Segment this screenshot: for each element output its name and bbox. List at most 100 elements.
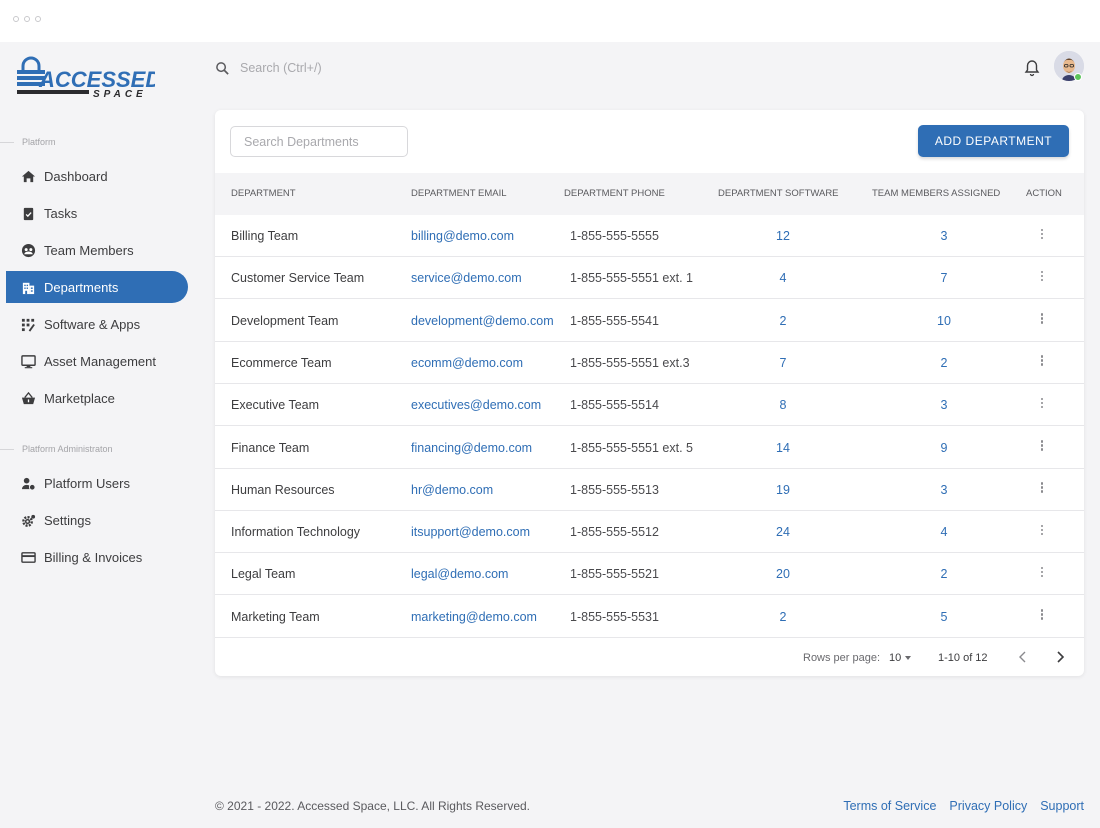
table-row[interactable]: Executive Team executives@demo.com 1-855-5… xyxy=(215,384,1084,427)
chevron-down-icon[interactable] xyxy=(905,656,911,660)
window-minimize-dot[interactable] xyxy=(24,16,30,22)
sidebar-item-label: Marketplace xyxy=(44,390,115,406)
sidebar-item-team-members[interactable]: Team Members xyxy=(6,234,188,266)
more-vertical-icon[interactable] xyxy=(1039,269,1045,285)
department-phone: 1-855-555-5541 xyxy=(570,313,659,328)
sidebar-item-software-apps[interactable]: Software & Apps xyxy=(6,308,188,340)
support-link[interactable]: Support xyxy=(1040,799,1084,813)
search-departments-input[interactable] xyxy=(230,126,408,157)
add-department-button[interactable]: ADD DEPARTMENT xyxy=(918,125,1069,157)
sidebar-item-label: Settings xyxy=(44,512,91,528)
monitor-icon xyxy=(20,353,36,369)
window-controls[interactable] xyxy=(13,16,41,22)
pagination: Rows per page: 10 1-10 of 12 xyxy=(215,638,1084,676)
table-row[interactable]: Customer Service Team service@demo.com 1-8… xyxy=(215,257,1084,300)
window-maximize-dot[interactable] xyxy=(35,16,41,22)
table-row[interactable]: Development Team development@demo.com 1-85… xyxy=(215,300,1084,342)
privacy-policy-link[interactable]: Privacy Policy xyxy=(949,799,1027,813)
accessed-space-logo[interactable]: ACCESSED SPACE xyxy=(15,56,155,104)
sidebar-item-marketplace[interactable]: Marketplace xyxy=(6,382,188,414)
more-vertical-icon[interactable] xyxy=(1039,523,1045,539)
more-vertical-icon[interactable] xyxy=(1039,354,1045,370)
copyright: © 2021 - 2022. Accessed Space, LLC. All … xyxy=(215,799,531,813)
more-vertical-icon[interactable] xyxy=(1039,396,1045,412)
table-row[interactable]: Legal Team legal@demo.com 1-855-555-5521 20… xyxy=(215,553,1084,596)
sidebar-item-settings[interactable]: Settings xyxy=(6,504,188,536)
gear-icon xyxy=(20,512,36,528)
department-email-link[interactable]: billing@demo.com xyxy=(411,229,514,243)
members-count-link[interactable]: 2 xyxy=(924,356,964,370)
members-count-link[interactable]: 5 xyxy=(924,610,964,624)
table-row[interactable]: Marketing Team marketing@demo.com 1-855-55… xyxy=(215,596,1084,638)
sidebar-item-label: Tasks xyxy=(44,205,78,221)
chevron-right-icon[interactable] xyxy=(1055,651,1065,663)
column-header-email[interactable]: DEPARTMENT EMAIL xyxy=(411,188,507,199)
departments-card: ADD DEPARTMENT DEPARTMENT DEPARTMENT EMA… xyxy=(215,110,1084,676)
software-count-link[interactable]: 20 xyxy=(763,567,803,581)
sidebar-item-billing-invoices[interactable]: Billing & Invoices xyxy=(6,541,188,573)
terms-of-service-link[interactable]: Terms of Service xyxy=(843,799,936,813)
column-header-department[interactable]: DEPARTMENT xyxy=(231,188,296,199)
department-email-link[interactable]: ecomm@demo.com xyxy=(411,356,523,370)
more-vertical-icon[interactable] xyxy=(1039,565,1045,581)
software-count-link[interactable]: 14 xyxy=(763,441,803,455)
table-header: DEPARTMENT DEPARTMENT EMAIL DEPARTMENT P… xyxy=(215,173,1084,215)
members-count-link[interactable]: 3 xyxy=(924,229,964,243)
members-count-link[interactable]: 3 xyxy=(924,483,964,497)
column-header-software[interactable]: DEPARTMENT SOFTWARE xyxy=(718,188,839,199)
members-count-link[interactable]: 3 xyxy=(924,398,964,412)
members-count-link[interactable]: 4 xyxy=(924,525,964,539)
department-phone: 1-855-555-5512 xyxy=(570,525,659,540)
sidebar-item-tasks[interactable]: Tasks xyxy=(6,197,188,229)
department-email-link[interactable]: hr@demo.com xyxy=(411,483,493,497)
section-label-platform-admin: Platform Administraton xyxy=(0,444,113,454)
department-email-link[interactable]: financing@demo.com xyxy=(411,441,532,455)
global-search-input[interactable] xyxy=(240,61,440,75)
table-row[interactable]: Human Resources hr@demo.com 1-855-555-5513… xyxy=(215,469,1084,511)
members-count-link[interactable]: 10 xyxy=(924,314,964,328)
chevron-left-icon[interactable] xyxy=(1018,651,1028,663)
column-header-members[interactable]: TEAM MEMBERS ASSIGNED xyxy=(872,188,1000,199)
more-vertical-icon[interactable] xyxy=(1039,608,1045,624)
members-count-link[interactable]: 7 xyxy=(924,271,964,285)
more-vertical-icon[interactable] xyxy=(1039,481,1045,497)
clipboard-icon xyxy=(20,205,36,221)
sidebar-item-dashboard[interactable]: Dashboard xyxy=(6,160,188,192)
sidebar-item-asset-management[interactable]: Asset Management xyxy=(6,345,188,377)
more-vertical-icon[interactable] xyxy=(1039,439,1045,455)
department-email-link[interactable]: executives@demo.com xyxy=(411,398,541,412)
global-search[interactable] xyxy=(215,58,440,78)
table-row[interactable]: Information Technology itsupport@demo.com… xyxy=(215,511,1084,554)
department-email-link[interactable]: itsupport@demo.com xyxy=(411,525,530,539)
department-name: Legal Team xyxy=(231,567,296,582)
members-count-link[interactable]: 9 xyxy=(924,441,964,455)
software-count-link[interactable]: 2 xyxy=(763,610,803,624)
rows-per-page-select[interactable]: 10 xyxy=(889,652,901,664)
more-vertical-icon[interactable] xyxy=(1039,312,1045,328)
department-phone: 1-855-555-5513 xyxy=(570,482,659,497)
column-header-phone[interactable]: DEPARTMENT PHONE xyxy=(564,188,665,199)
sidebar-item-label: Team Members xyxy=(44,242,134,258)
software-count-link[interactable]: 7 xyxy=(763,356,803,370)
window-close-dot[interactable] xyxy=(13,16,19,22)
software-count-link[interactable]: 12 xyxy=(763,229,803,243)
software-count-link[interactable]: 19 xyxy=(763,483,803,497)
sidebar-item-departments[interactable]: Departments xyxy=(6,271,188,303)
software-count-link[interactable]: 2 xyxy=(763,314,803,328)
table-row[interactable]: Ecommerce Team ecomm@demo.com 1-855-555-55… xyxy=(215,342,1084,384)
software-count-link[interactable]: 8 xyxy=(763,398,803,412)
department-email-link[interactable]: legal@demo.com xyxy=(411,567,508,581)
sidebar-item-label: Platform Users xyxy=(44,475,130,491)
department-email-link[interactable]: marketing@demo.com xyxy=(411,610,537,624)
table-row[interactable]: Billing Team billing@demo.com 1-855-555-55… xyxy=(215,215,1084,257)
more-vertical-icon[interactable] xyxy=(1039,227,1045,243)
sidebar-item-label: Billing & Invoices xyxy=(44,549,143,565)
software-count-link[interactable]: 4 xyxy=(763,271,803,285)
department-email-link[interactable]: service@demo.com xyxy=(411,271,522,285)
department-email-link[interactable]: development@demo.com xyxy=(411,314,554,328)
table-row[interactable]: Finance Team financing@demo.com 1-855-555-… xyxy=(215,427,1084,469)
sidebar-item-platform-users[interactable]: Platform Users xyxy=(6,467,188,499)
software-count-link[interactable]: 24 xyxy=(763,525,803,539)
members-count-link[interactable]: 2 xyxy=(924,567,964,581)
bell-icon[interactable] xyxy=(1024,59,1040,77)
